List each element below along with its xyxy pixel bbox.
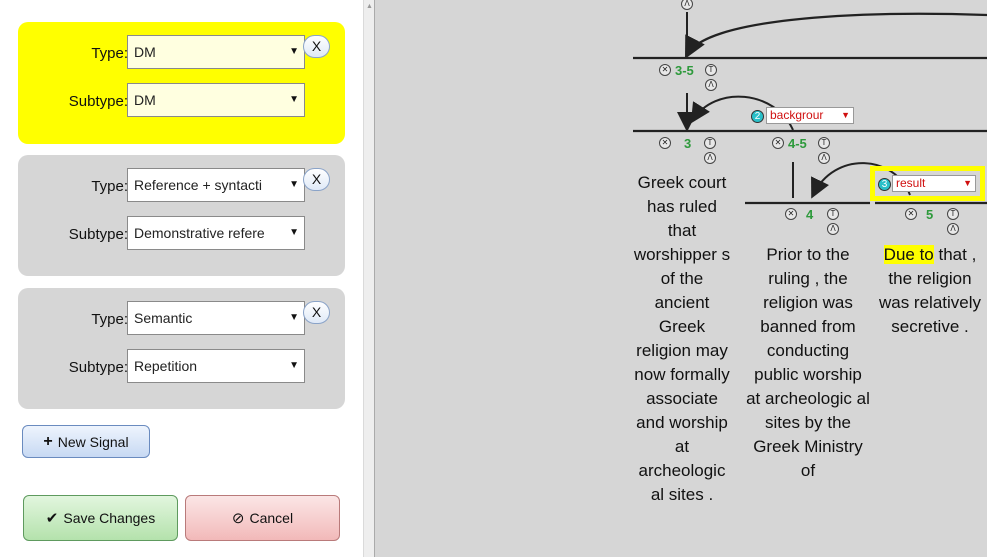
signal-box-2[interactable]: Type: Reference + syntacti ▼ X Subtype: … [18,155,345,276]
edit-node-icon[interactable]: T [947,208,959,220]
edit-node-icon[interactable]: T [704,137,716,149]
relation-arc [684,12,987,59]
cancel-label: Cancel [249,510,294,526]
remove-signal-button[interactable]: X [303,168,330,191]
signal-highlight[interactable]: Due to [883,245,934,264]
dropdown-arrow-icon: ▼ [289,46,299,57]
checkmark-icon: ✔ [45,510,59,527]
subtype-select-value: Demonstrative refere [134,225,265,241]
dropdown-arrow-icon: ▼ [841,110,850,120]
type-select[interactable]: Reference + syntacti ▼ [127,168,305,202]
dropdown-arrow-icon: ▼ [289,179,299,190]
type-select-value: DM [134,44,156,60]
remove-signal-button[interactable]: X [303,301,330,324]
type-select-value: Reference + syntacti [134,177,263,193]
subtype-select-value: Repetition [134,358,198,374]
plus-icon: + [43,432,53,450]
relation-select-background[interactable]: backgrour ▼ [766,107,854,124]
relation-select-result[interactable]: result ▼ [892,175,976,192]
edu-4-text: Prior to the ruling , the religion was b… [746,245,870,480]
subtype-select[interactable]: DM ▼ [127,83,305,117]
edit-node-icon[interactable]: T [818,137,830,149]
span-label-3-5: 3-5 [675,63,694,78]
subtype-select-value: DM [134,92,156,108]
type-select[interactable]: Semantic ▼ [127,301,305,335]
subtype-select[interactable]: Demonstrative refere ▼ [127,216,305,250]
edit-node-icon[interactable]: T [705,64,717,76]
scroll-up-arrow-icon[interactable]: ▲ [366,3,373,10]
relation-select-value: backgrour [770,108,824,122]
save-changes-label: Save Changes [63,510,156,526]
collapse-icon[interactable]: Λ [947,223,959,235]
span-label-3: 3 [684,136,692,151]
span-label-4-5: 4-5 [788,136,807,151]
delete-node-icon[interactable]: ✕ [785,208,797,220]
span-label-5: 5 [926,207,934,222]
type-select[interactable]: DM ▼ [127,35,305,69]
edu-5-text: Due to that , the religion was relativel… [873,243,987,339]
subtype-label: Subtype: [68,359,128,376]
signal-panel: Type: DM ▼ X Subtype: DM ▼ Type: Referen… [0,0,363,557]
dropdown-arrow-icon: ▼ [289,312,299,323]
dropdown-arrow-icon: ▼ [289,227,299,238]
signal-box-1[interactable]: Type: DM ▼ X Subtype: DM ▼ [18,22,345,144]
cancel-circle-icon: ⊘ [231,510,245,527]
dropdown-arrow-icon: ▼ [963,178,972,188]
remove-signal-button[interactable]: X [303,35,330,58]
collapse-icon[interactable]: Λ [704,152,716,164]
relation-select-value: result [896,176,926,190]
dropdown-arrow-icon: ▼ [289,94,299,105]
collapse-icon[interactable]: Λ [818,152,830,164]
subtype-label: Subtype: [68,93,128,110]
left-panel-scrollbar[interactable]: ▲ [363,0,374,557]
edit-node-icon[interactable]: T [827,208,839,220]
edu-3-text: Greek court has ruled that worshipper s … [633,173,731,504]
span-label-4: 4 [806,207,814,222]
delete-node-icon[interactable]: ✕ [659,64,671,76]
new-signal-button[interactable]: + New Signal [22,425,150,458]
relation-number-badge: 3 [878,178,891,191]
type-label: Type: [91,178,128,195]
rst-tree-canvas: Λ ✕ 3-5 T Λ 2 backgrour ▼ ✕ 3 T Λ ✕ 4-5 … [374,0,987,557]
type-label: Type: [91,311,128,328]
subtype-select[interactable]: Repetition ▼ [127,349,305,383]
subtype-label: Subtype: [68,226,128,243]
cancel-button[interactable]: ⊘ Cancel [185,495,340,541]
type-label: Type: [91,45,128,62]
save-changes-button[interactable]: ✔ Save Changes [23,495,178,541]
relation-number-badge: 2 [751,110,764,123]
delete-node-icon[interactable]: ✕ [772,137,784,149]
delete-node-icon[interactable]: ✕ [659,137,671,149]
delete-node-icon[interactable]: ✕ [905,208,917,220]
new-signal-label: New Signal [57,433,129,450]
dropdown-arrow-icon: ▼ [289,360,299,371]
collapse-icon[interactable]: Λ [705,79,717,91]
collapse-icon[interactable]: Λ [827,223,839,235]
type-select-value: Semantic [134,310,193,326]
signal-box-3[interactable]: Type: Semantic ▼ X Subtype: Repetition ▼ [18,288,345,409]
